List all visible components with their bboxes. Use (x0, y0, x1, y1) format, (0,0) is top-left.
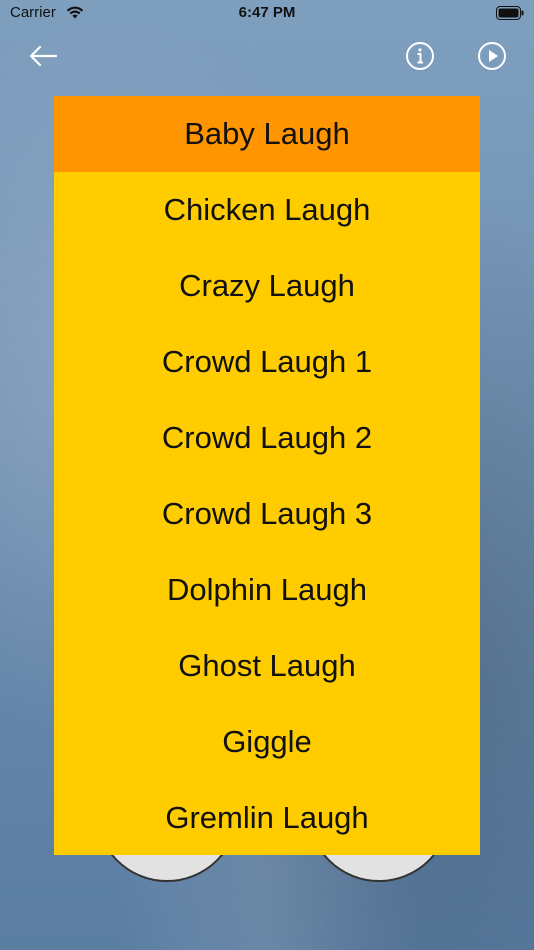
list-item-ghost-laugh[interactable]: Ghost Laugh (54, 628, 480, 704)
play-button[interactable] (476, 40, 508, 72)
battery-icon (496, 6, 524, 20)
arrow-left-icon (29, 45, 58, 67)
list-item-dolphin-laugh[interactable]: Dolphin Laugh (54, 552, 480, 628)
list-item-baby-laugh[interactable]: Baby Laugh (54, 96, 480, 172)
list-item-chicken-laugh[interactable]: Chicken Laugh (54, 172, 480, 248)
list-item-crowd-laugh-3[interactable]: Crowd Laugh 3 (54, 476, 480, 552)
sound-picker-list[interactable]: Baby Laugh Chicken Laugh Crazy Laugh Cro… (54, 96, 480, 855)
list-item-crowd-laugh-2[interactable]: Crowd Laugh 2 (54, 400, 480, 476)
info-button[interactable] (404, 40, 436, 72)
back-button[interactable] (25, 38, 61, 74)
status-time: 6:47 PM (238, 4, 296, 21)
list-item-gremlin-laugh[interactable]: Gremlin Laugh (54, 780, 480, 855)
status-bar: Carrier 6:47 PM (0, 0, 534, 28)
list-item-giggle[interactable]: Giggle (54, 704, 480, 780)
info-circle-icon (406, 42, 434, 70)
list-item-crazy-laugh[interactable]: Crazy Laugh (54, 248, 480, 324)
list-item-crowd-laugh-1[interactable]: Crowd Laugh 1 (54, 324, 480, 400)
play-circle-icon (478, 42, 506, 70)
